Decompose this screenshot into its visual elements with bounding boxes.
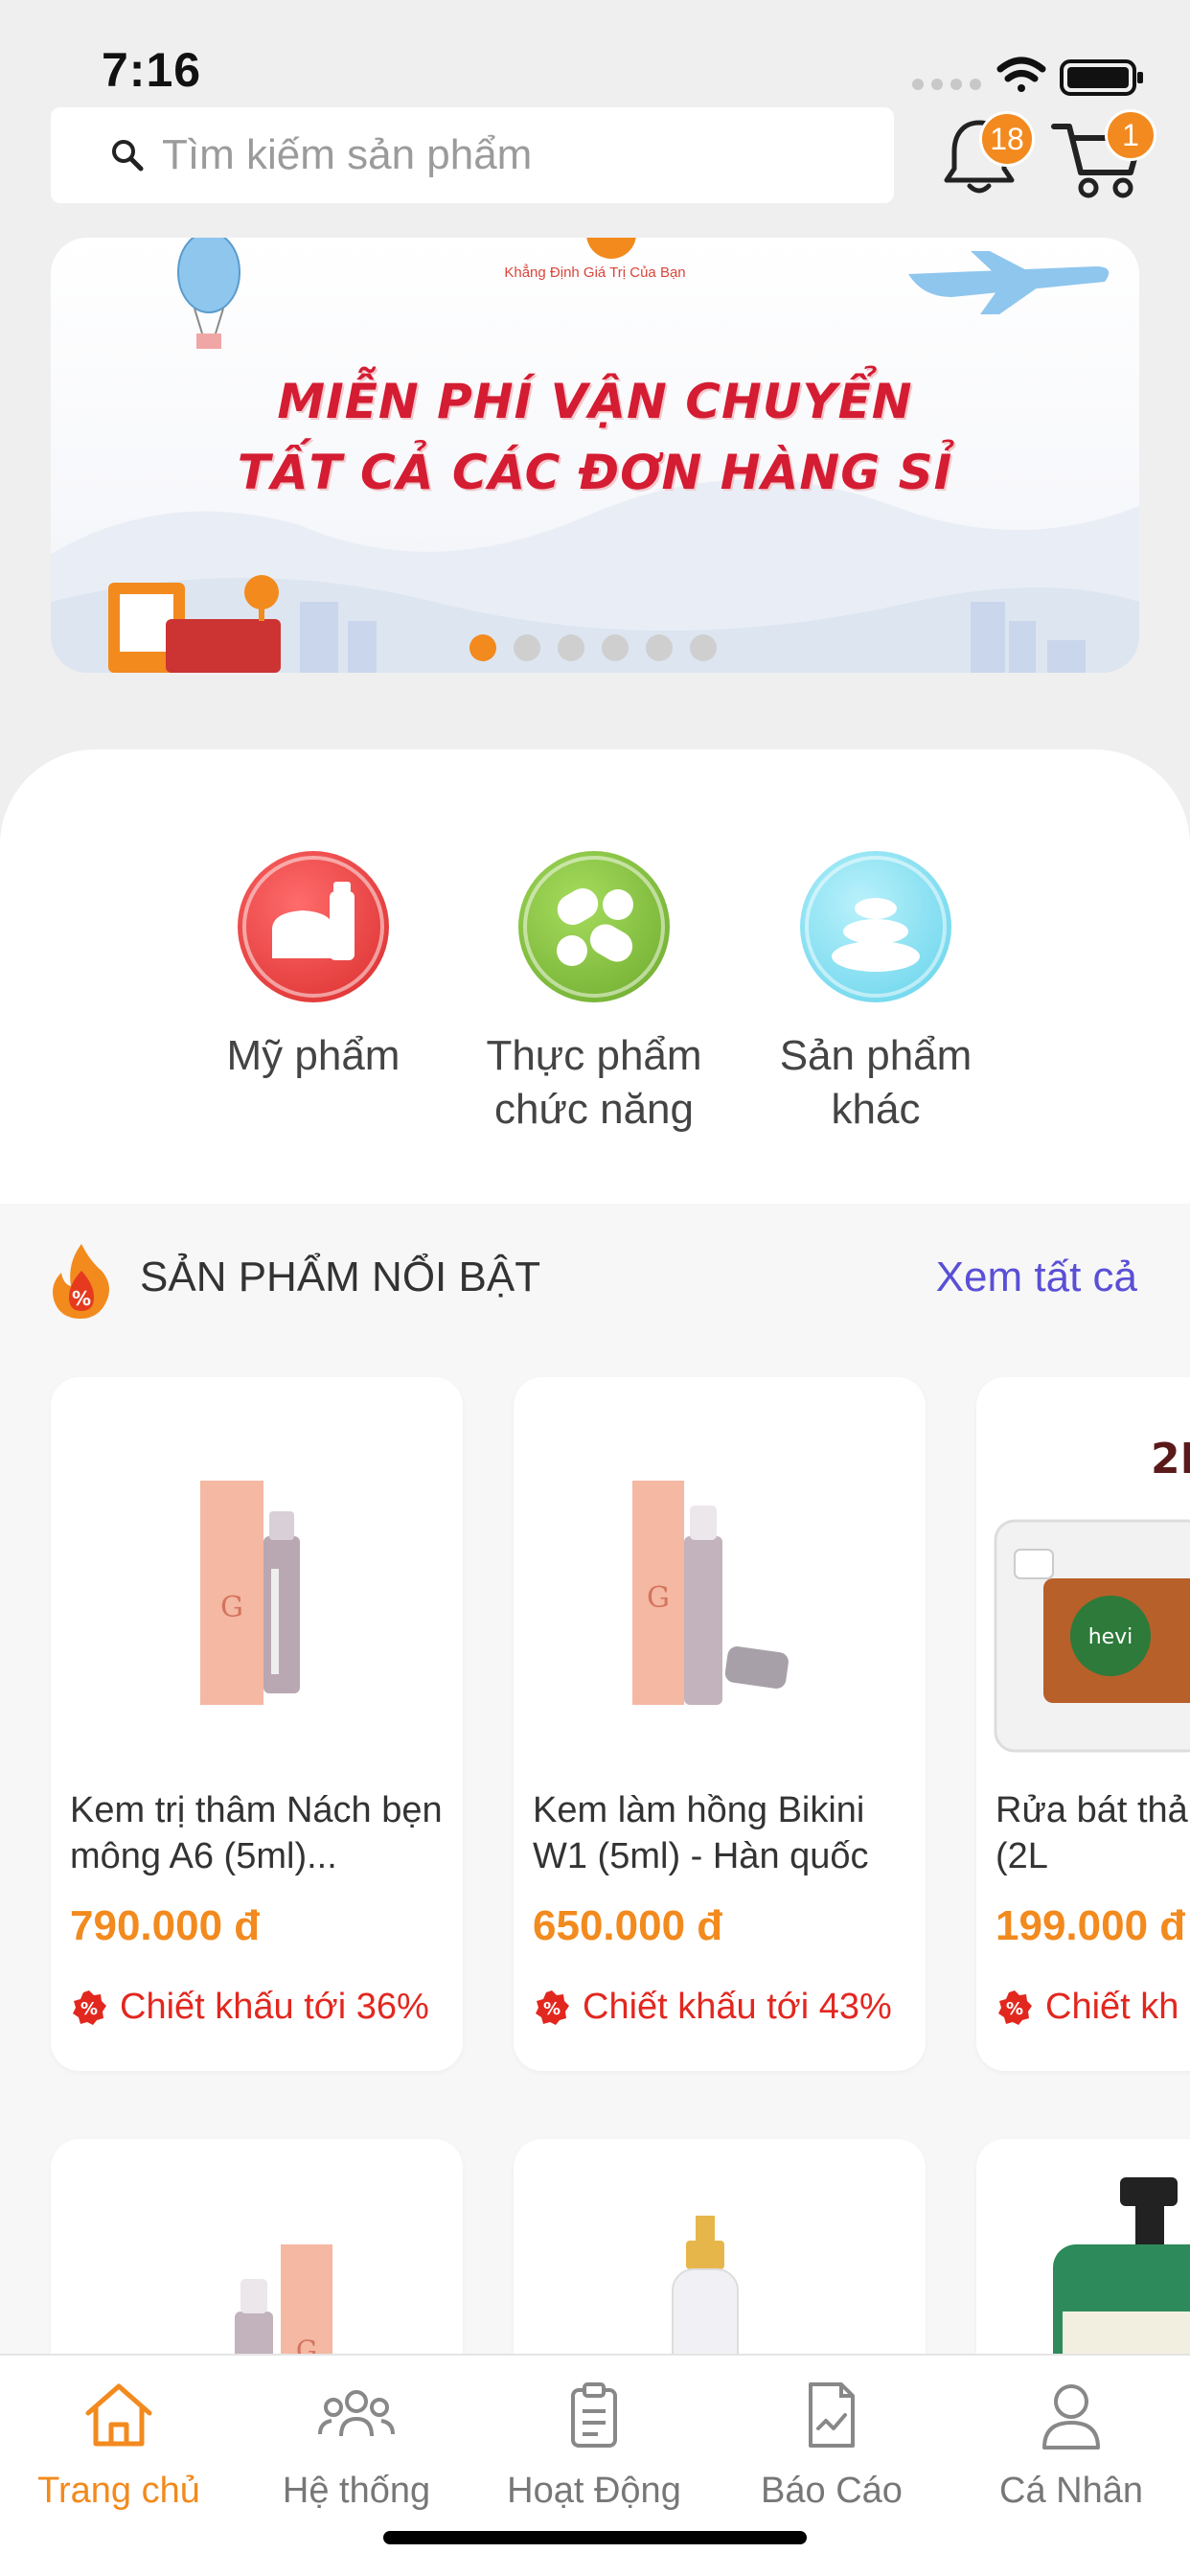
category-label: Thực phẩm chức năng bbox=[486, 1032, 702, 1133]
category-supplements[interactable]: Thực phẩm chức năng bbox=[465, 851, 723, 1137]
banner-tagline: Khẳng Định Giá Trị Của Bạn bbox=[504, 264, 686, 281]
product-name: Kem làm hồng Bikini W1 (5ml) - Hàn quốc bbox=[533, 1790, 869, 1876]
svg-text:G: G bbox=[647, 1581, 670, 1615]
wifi-icon bbox=[996, 57, 1046, 92]
tab-label: Hoạt Động bbox=[507, 2471, 681, 2511]
product-price: 650.000 đ bbox=[533, 1902, 723, 1949]
report-icon bbox=[809, 2382, 855, 2448]
product-card[interactable]: G Kem làm hồng Bikini W1 (5ml) - Hàn quố… bbox=[514, 1377, 926, 2071]
pagination-dot[interactable] bbox=[514, 634, 540, 661]
discount-icon: % bbox=[73, 1990, 106, 2025]
signal-icon bbox=[912, 79, 981, 90]
pagination-dot[interactable] bbox=[469, 634, 496, 661]
pagination-dot[interactable] bbox=[646, 634, 673, 661]
svg-text:%: % bbox=[1006, 1999, 1023, 2019]
product-card[interactable]: G Kem trị thâm Nách bẹn mông A6 (5ml)...… bbox=[51, 1377, 463, 2071]
product-name: Kem trị thâm Nách bẹn mông A6 (5ml)... bbox=[70, 1790, 443, 1876]
notification-badge: 18 bbox=[979, 111, 1035, 167]
discount-text: Chiết khấu tới 43% bbox=[583, 1987, 892, 2027]
tab-profile[interactable]: Cá Nhân bbox=[952, 2377, 1190, 2512]
group-icon bbox=[318, 2390, 395, 2437]
tab-system[interactable]: Hệ thống bbox=[238, 2377, 475, 2512]
see-all-link[interactable]: Xem tất cả bbox=[936, 1254, 1137, 1301]
product-discount: % Chiết khấu tới 36% bbox=[70, 1987, 429, 2028]
product-size-label: 2L bbox=[1151, 1435, 1190, 1484]
battery-icon bbox=[1060, 59, 1143, 96]
promo-banner[interactable]: Khẳng Định Giá Trị Của Bạn MIỄN PHÍ VẬN … bbox=[51, 238, 1139, 673]
product-image: 2L hevi bbox=[994, 1435, 1190, 1753]
svg-text:%: % bbox=[543, 1999, 561, 2019]
tab-label: Hệ thống bbox=[282, 2471, 431, 2511]
search-bar[interactable]: Tìm kiếm sản phẩm bbox=[51, 107, 894, 203]
product-image: G bbox=[200, 1481, 300, 1705]
product-card[interactable]: 2L hevi Rửa bát thả HEVINA (2L 199.000 đ… bbox=[976, 1377, 1190, 2071]
product-price: 199.000 đ bbox=[995, 1902, 1186, 1949]
app-screen: 7:16 Tìm kiếm sản phẩm 18 1 Khẳng Định G… bbox=[0, 0, 1190, 2576]
cosmetics-icon bbox=[238, 851, 389, 1002]
home-indicator[interactable] bbox=[383, 2531, 807, 2544]
tab-activity[interactable]: Hoạt Động bbox=[475, 2377, 713, 2512]
pagination-dot[interactable] bbox=[690, 634, 717, 661]
status-time: 7:16 bbox=[102, 43, 202, 97]
svg-text:%: % bbox=[80, 1999, 98, 2019]
search-placeholder: Tìm kiếm sản phẩm bbox=[162, 131, 533, 178]
discount-text: Chiết kh bbox=[1045, 1987, 1179, 2027]
banner-headline-1: MIỄN PHÍ VẬN CHUYỂN bbox=[277, 374, 913, 429]
discount-icon: % bbox=[536, 1990, 569, 2025]
banner-headline-2: TẤT CẢ CÁC ĐƠN HÀNG SỈ bbox=[237, 445, 953, 500]
discount-icon: % bbox=[998, 1990, 1032, 2025]
svg-text:G: G bbox=[220, 1591, 243, 1624]
balloon-icon bbox=[177, 238, 240, 349]
section-title: SẢN PHẨM NỔI BẬT bbox=[140, 1254, 541, 1300]
pagination-dot[interactable] bbox=[602, 634, 629, 661]
tab-label: Cá Nhân bbox=[999, 2471, 1143, 2511]
pagination-dot[interactable] bbox=[558, 634, 584, 661]
clipboard-icon bbox=[571, 2382, 617, 2448]
tab-home[interactable]: Trang chủ bbox=[0, 2377, 238, 2512]
product-name: Rửa bát thả HEVINA (2L bbox=[995, 1790, 1190, 1876]
tab-report[interactable]: Báo Cáo bbox=[713, 2377, 950, 2512]
search-icon bbox=[112, 140, 144, 172]
svg-text:hevi: hevi bbox=[1088, 1625, 1133, 1649]
discount-text: Chiết khấu tới 36% bbox=[120, 1987, 429, 2027]
status-icons bbox=[912, 57, 1143, 96]
category-cosmetics[interactable]: Mỹ phẩm bbox=[184, 851, 443, 1083]
fire-discount-icon: % bbox=[53, 1244, 109, 1319]
tab-label: Báo Cáo bbox=[761, 2471, 903, 2511]
category-label: Sản phẩm khác bbox=[779, 1032, 973, 1133]
product-discount: % Chiết khấu tới 43% bbox=[533, 1987, 892, 2028]
user-icon bbox=[1042, 2384, 1100, 2450]
product-price: 790.000 đ bbox=[70, 1902, 261, 1949]
svg-text:%: % bbox=[72, 1287, 91, 1310]
tab-label: Trang chủ bbox=[37, 2471, 200, 2511]
cart-badge: 1 bbox=[1105, 109, 1156, 161]
product-image: G bbox=[632, 1481, 789, 1705]
pills-icon bbox=[518, 851, 670, 1002]
banner-pagination bbox=[469, 634, 717, 661]
category-label: Mỹ phẩm bbox=[226, 1032, 400, 1079]
category-other[interactable]: Sản phẩm khác bbox=[746, 851, 1005, 1137]
airplane-icon bbox=[908, 251, 1110, 314]
stones-icon bbox=[800, 851, 951, 1002]
product-discount: % Chiết kh bbox=[995, 1987, 1179, 2028]
home-icon bbox=[85, 2383, 152, 2447]
